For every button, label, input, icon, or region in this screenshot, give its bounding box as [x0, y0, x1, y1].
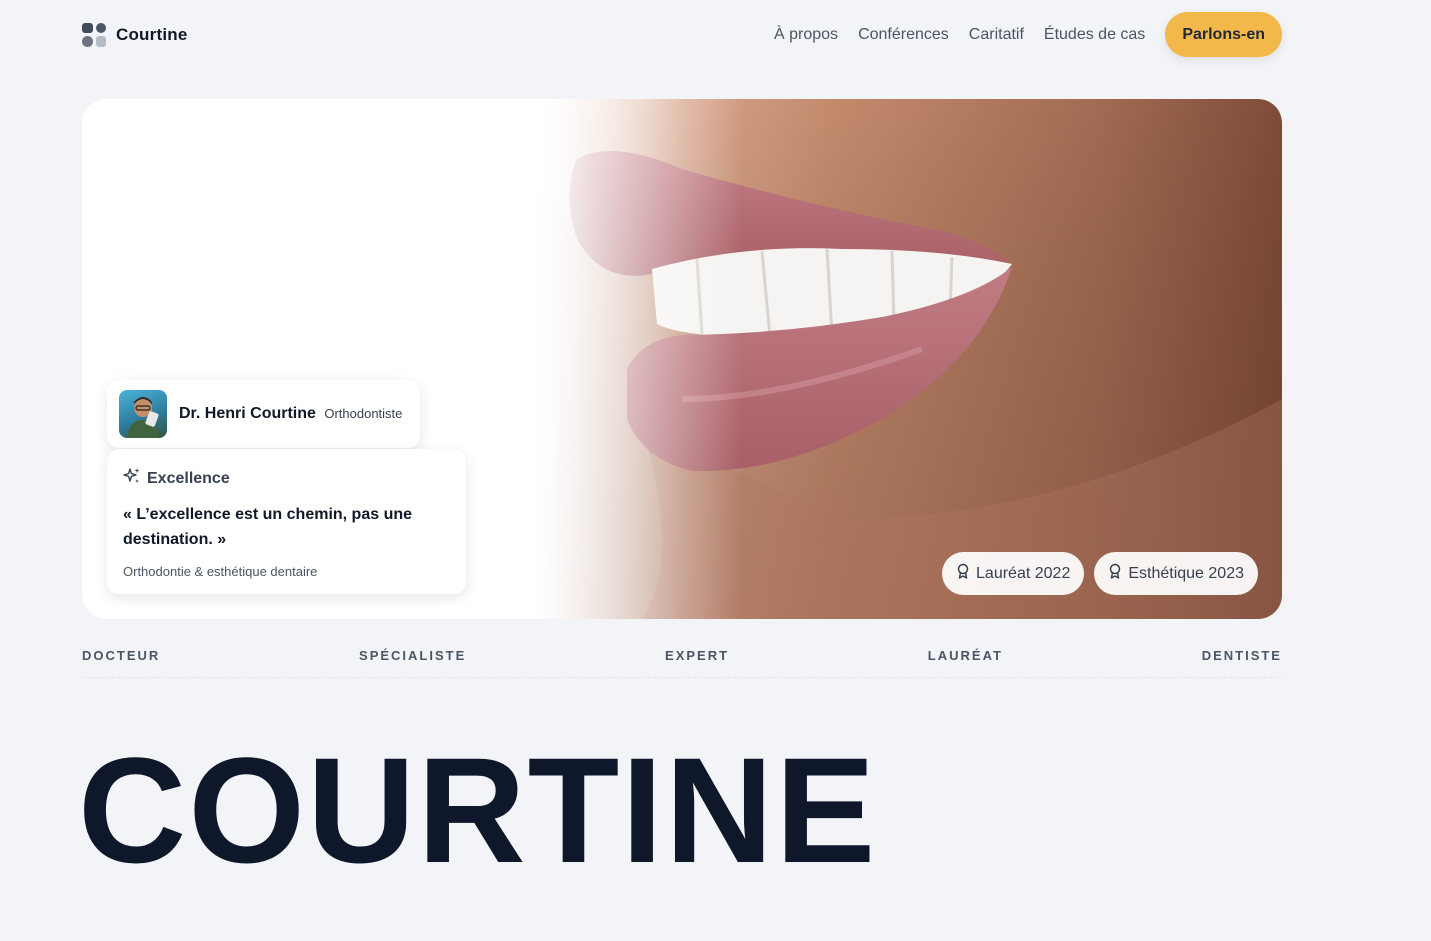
quote-text: « L’excellence est un chemin, pas une de… — [123, 506, 413, 548]
avatar — [119, 390, 167, 438]
doctor-role: Orthodontiste — [324, 406, 403, 421]
keyword-item: EXPERT — [665, 648, 730, 663]
keyword-item: SPÉCIALISTE — [359, 648, 467, 663]
doctor-name: Dr. Henri Courtine — [179, 405, 316, 422]
nav-link-conferences[interactable]: Conférences — [858, 26, 949, 44]
hero-banner: Dr. Henri Courtine Orthodontiste Excelle… — [82, 99, 1282, 619]
keyword-item: DOCTEUR — [82, 648, 161, 663]
site-header: Courtine À propos Conférences Caritatif … — [82, 12, 1282, 57]
award-icon — [956, 563, 970, 584]
main-nav: À propos Conférences Caritatif Études de… — [754, 12, 1282, 57]
logo-icon — [82, 22, 106, 47]
brand-name: Courtine — [116, 24, 188, 44]
keyword-item: DENTISTE — [1201, 648, 1282, 663]
award-badge: Lauréat 2022 — [942, 552, 1085, 595]
quote-card-header: Excellence — [123, 467, 450, 490]
doctor-profile-text: Dr. Henri Courtine Orthodontiste — [179, 405, 402, 423]
brand[interactable]: Courtine — [82, 22, 188, 47]
quote-card: Excellence « L’excellence est un chemin,… — [107, 449, 466, 594]
award-badges: Lauréat 2022 Esthétique 2023 — [942, 552, 1258, 595]
quote-subtitle: Orthodontie & esthétique dentaire — [123, 564, 318, 579]
nav-link-a-propos[interactable]: À propos — [774, 26, 838, 44]
nav-link-caritatif[interactable]: Caritatif — [969, 26, 1024, 44]
award-badge-label: Esthétique 2023 — [1128, 564, 1244, 582]
award-icon — [1108, 563, 1122, 584]
quote-title: Excellence — [147, 469, 230, 487]
keyword-item: LAURÉAT — [927, 648, 1003, 663]
doctor-profile-card[interactable]: Dr. Henri Courtine Orthodontiste — [107, 380, 420, 448]
sparkles-icon — [123, 467, 141, 490]
award-badge-label: Lauréat 2022 — [976, 564, 1071, 582]
award-badge: Esthétique 2023 — [1094, 552, 1258, 595]
keyword-strip: DOCTEUR SPÉCIALISTE EXPERT LAURÉAT DENTI… — [82, 648, 1282, 678]
display-title: COURTINE — [78, 726, 878, 894]
contact-cta-button[interactable]: Parlons-en — [1165, 12, 1282, 57]
nav-link-etudes-de-cas[interactable]: Études de cas — [1044, 26, 1145, 44]
